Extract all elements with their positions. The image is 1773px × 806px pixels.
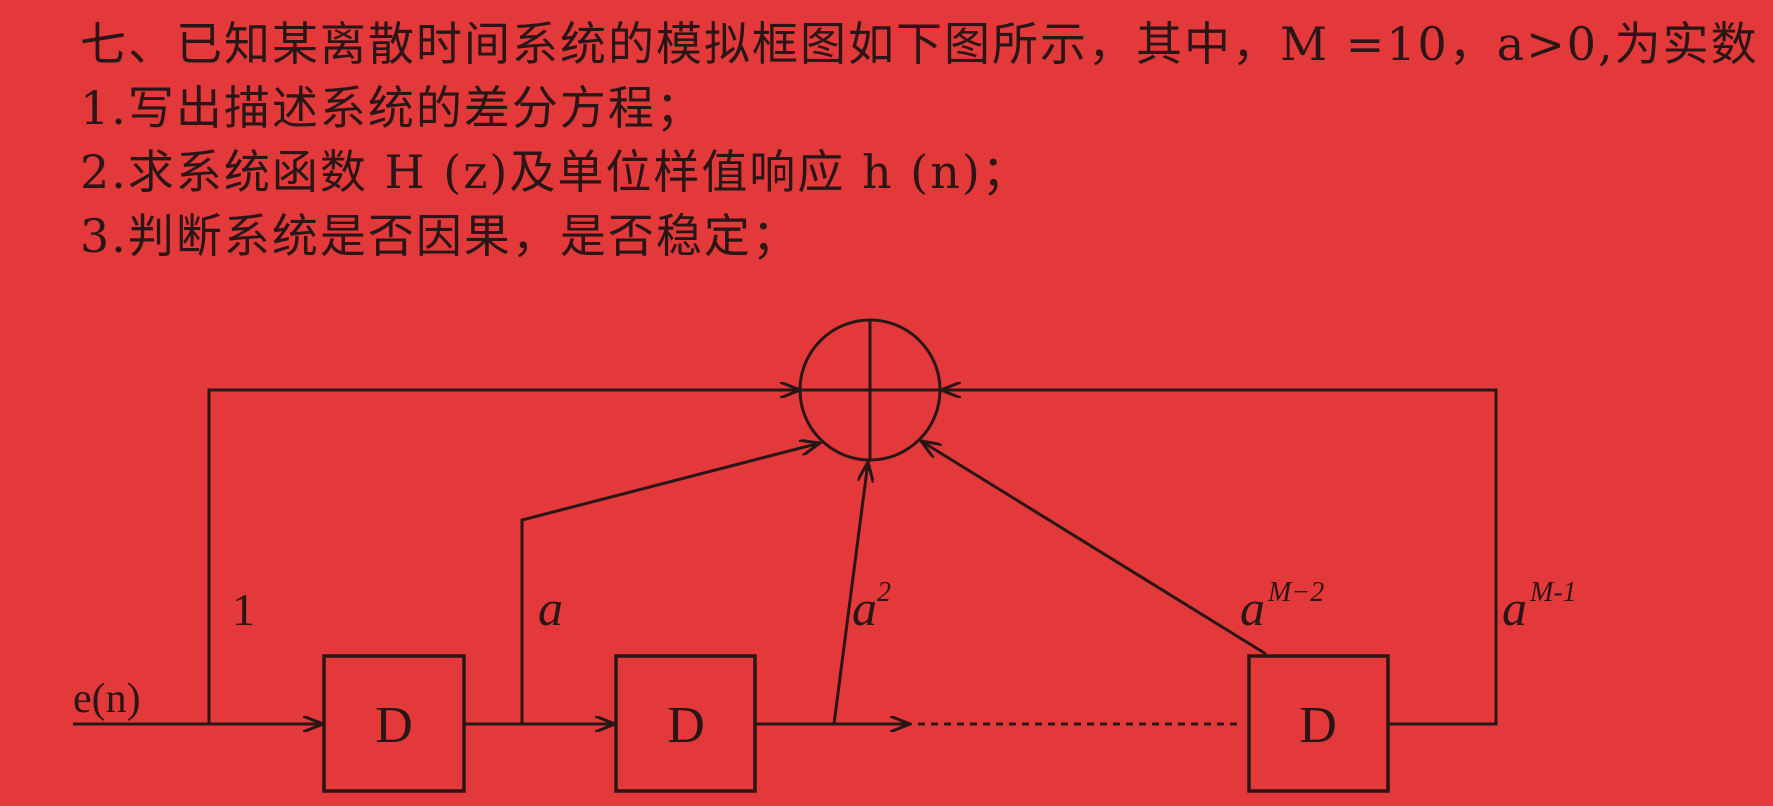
- question-part-2: 2.求系统函数 H (z)及单位样值响应 h (n)；: [80, 145, 1030, 199]
- delay-label: D: [375, 697, 413, 754]
- gain-base: a: [538, 580, 563, 636]
- tap-path-a-m-minus-1: [941, 390, 1498, 726]
- direct-path: [207, 390, 800, 724]
- gain-label-a-m-minus-1: a M-1: [1502, 577, 1577, 636]
- gain-base: 1: [232, 584, 255, 635]
- delay-block-2: D: [614, 654, 757, 793]
- question-part-1: 1.写出描述系统的差分方程；: [80, 81, 704, 135]
- delay-block-1: D: [322, 654, 466, 793]
- tap-path-a-m-minus-2: [921, 441, 1267, 656]
- question-block: 七、已知某离散时间系统的模拟框图如下图所示，其中，M =10，a>0,为实数 1…: [80, 12, 1760, 268]
- gain-base: a: [1240, 580, 1265, 636]
- gain-base: a: [1502, 580, 1527, 636]
- input-label: e(n): [73, 676, 141, 722]
- gain-base: a: [852, 580, 877, 636]
- delay-block-3: D: [1247, 654, 1390, 793]
- tap-path-a: [520, 443, 820, 724]
- delay-label: D: [1299, 697, 1337, 754]
- question-part-3: 3.判断系统是否因果，是否稳定；: [80, 209, 800, 263]
- gain-label-a-m-minus-2: a M−2: [1240, 577, 1324, 636]
- gain-label-a-squared: a2: [852, 577, 891, 636]
- delay-label: D: [667, 697, 705, 754]
- gain-exponent: M−2: [1267, 577, 1324, 608]
- gain-exponent: 2: [877, 577, 891, 608]
- gain-exponent: M-1: [1529, 577, 1577, 608]
- gain-label-1: 1: [232, 584, 255, 635]
- adder: [798, 318, 942, 462]
- gain-label-a: a: [538, 580, 563, 636]
- exam-page: e(n) D D D 1 a a2 a M−2 a M-1 七、已知某离散时间系…: [0, 0, 1773, 806]
- question-heading: 七、已知某离散时间系统的模拟框图如下图所示，其中，M =10，a>0,为实数: [80, 17, 1759, 71]
